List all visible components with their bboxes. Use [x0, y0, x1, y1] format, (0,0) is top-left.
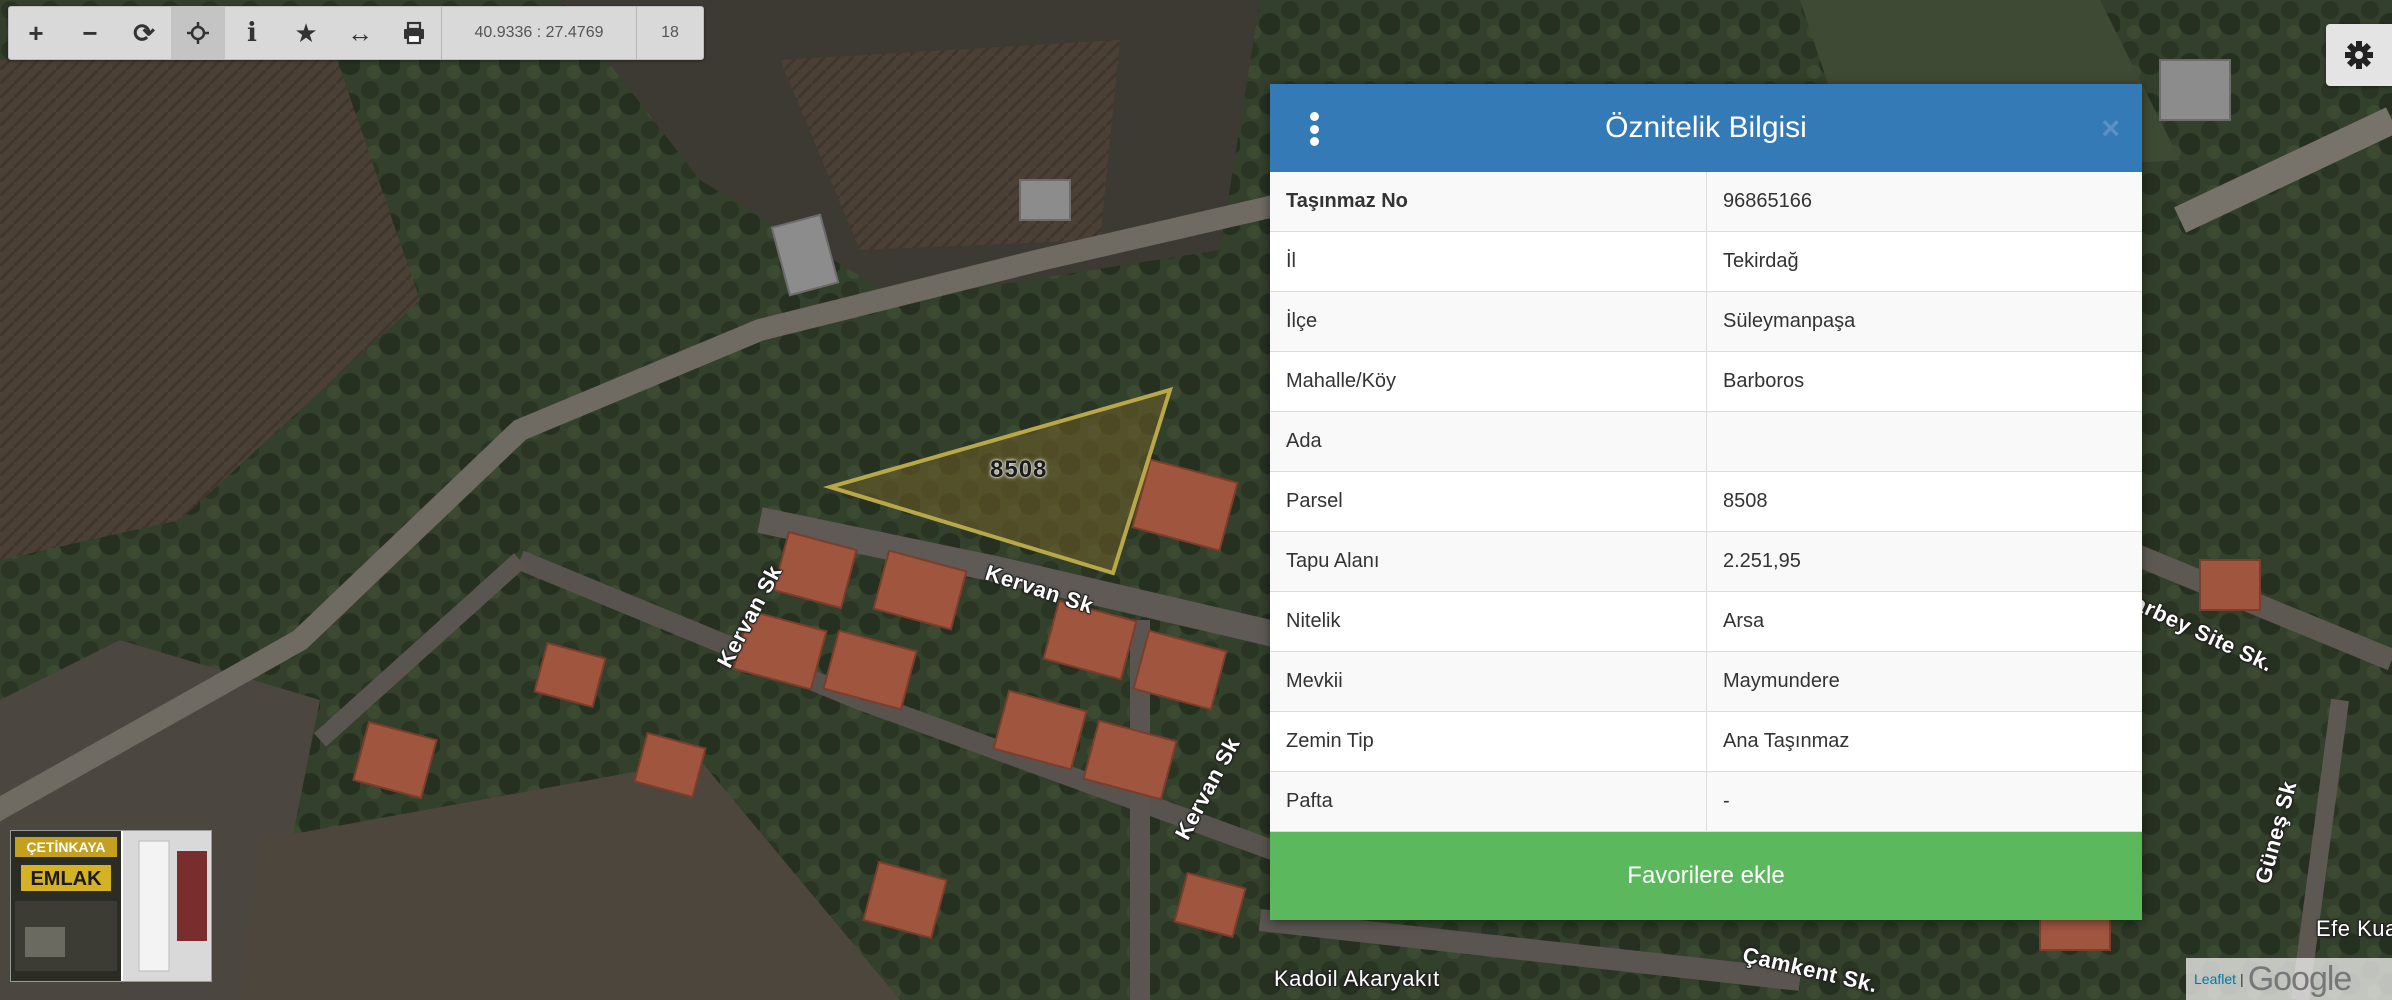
- info-button[interactable]: i: [225, 7, 279, 59]
- attribute-value: 8508: [1706, 471, 2142, 532]
- locate-button[interactable]: [171, 7, 225, 59]
- ruler-icon: ↔: [347, 17, 373, 48]
- attribute-table: Taşınmaz No 96865166 İl Tekirdağ İlçe Süleyma…: [1270, 172, 2142, 832]
- attribute-value: [1706, 411, 2142, 472]
- attribute-key: Zemin Tip: [1270, 711, 1707, 772]
- star-icon: ★: [294, 17, 318, 48]
- attribute-row: İl Tekirdağ: [1270, 231, 2142, 292]
- attribute-value: 96865166: [1706, 172, 2142, 232]
- gear-icon: [2345, 41, 2373, 69]
- parcel-number-label: 8508: [990, 456, 1048, 483]
- attribute-key: Nitelik: [1270, 591, 1707, 652]
- vertical-dots-menu-icon[interactable]: [1308, 112, 1320, 146]
- print-icon: [404, 21, 424, 45]
- attribute-row: Parsel 8508: [1270, 471, 2142, 532]
- attribute-key: Tapu Alanı: [1270, 531, 1707, 592]
- attribute-value: Ana Taşınmaz: [1706, 711, 2142, 772]
- attribute-value: 2.251,95: [1706, 531, 2142, 592]
- coordinate-readout: 40.9336 : 27.4769: [441, 7, 636, 59]
- attribute-key: İl: [1270, 231, 1707, 292]
- attribute-row: Ada: [1270, 411, 2142, 472]
- zoom-out-button[interactable]: −: [63, 7, 117, 59]
- zoom-level-readout: 18: [636, 7, 703, 59]
- attribute-key: Mevkii: [1270, 651, 1707, 712]
- agency-logo-image: ÇETİNKAYA EMLAK: [10, 830, 212, 982]
- refresh-icon: ⟳: [133, 17, 155, 48]
- attribute-value: Süleymanpaşa: [1706, 291, 2142, 352]
- attribute-key: Mahalle/Köy: [1270, 351, 1707, 412]
- attribute-row: Mahalle/Köy Barboros: [1270, 351, 2142, 412]
- attribute-row: Taşınmaz No 96865166: [1270, 172, 2142, 232]
- attribute-value: -: [1706, 771, 2142, 832]
- svg-text:ÇETİNKAYA: ÇETİNKAYA: [26, 839, 105, 855]
- attribute-value: Maymundere: [1706, 651, 2142, 712]
- add-to-favorites-button[interactable]: Favorilere ekle: [1270, 832, 2142, 920]
- place-label-kadoil: Kadoil Akaryakıt: [1274, 966, 1440, 991]
- attribute-key: Pafta: [1270, 771, 1707, 832]
- attribute-info-panel: Öznitelik Bilgisi × Taşınmaz No 96865166 İ…: [1270, 84, 2142, 920]
- minus-icon: −: [82, 17, 98, 48]
- google-logo: Google: [2247, 959, 2353, 998]
- zoom-in-button[interactable]: +: [9, 7, 63, 59]
- attribute-row: Nitelik Arsa: [1270, 591, 2142, 652]
- attribute-row: Tapu Alanı 2.251,95: [1270, 531, 2142, 592]
- plus-icon: +: [28, 17, 44, 48]
- panel-title: Öznitelik Bilgisi: [1605, 111, 1807, 144]
- map-toolbar: + − ⟳ i ★ ↔ 40.9336 : 27.4769 18: [8, 6, 704, 60]
- attribute-value: Arsa: [1706, 591, 2142, 652]
- attribute-key: Taşınmaz No: [1270, 172, 1707, 232]
- favorite-button[interactable]: ★: [279, 7, 333, 59]
- attribute-value: Barboros: [1706, 351, 2142, 412]
- measure-button[interactable]: ↔: [333, 7, 387, 59]
- refresh-button[interactable]: ⟳: [117, 7, 171, 59]
- attribute-value: Tekirdağ: [1706, 231, 2142, 292]
- attribute-key: İlçe: [1270, 291, 1707, 352]
- info-icon: i: [247, 18, 257, 48]
- attribute-row: İlçe Süleymanpaşa: [1270, 291, 2142, 352]
- panel-header: Öznitelik Bilgisi ×: [1270, 84, 2142, 172]
- map-attribution: Leaflet | Google: [2186, 958, 2392, 1000]
- attribute-key: Ada: [1270, 411, 1707, 472]
- attribute-row: Mevkii Maymundere: [1270, 651, 2142, 712]
- attribute-key: Parsel: [1270, 471, 1707, 532]
- crosshair-icon: [187, 22, 209, 44]
- print-button[interactable]: [387, 7, 441, 59]
- leaflet-link[interactable]: Leaflet: [2194, 971, 2236, 987]
- close-icon[interactable]: ×: [2101, 108, 2120, 148]
- attribute-row: Zemin Tip Ana Taşınmaz: [1270, 711, 2142, 772]
- attribute-row: Pafta -: [1270, 771, 2142, 832]
- settings-button[interactable]: [2326, 24, 2392, 86]
- svg-text:EMLAK: EMLAK: [30, 868, 102, 890]
- place-label-efe: Efe Kua: [2316, 916, 2392, 941]
- attribution-separator: |: [2240, 971, 2244, 987]
